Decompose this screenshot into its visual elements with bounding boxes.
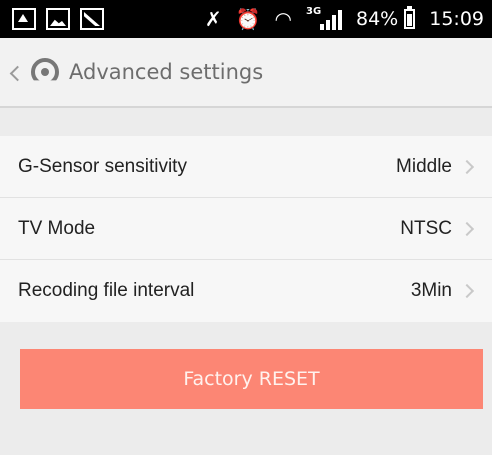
setting-row-g-sensor[interactable]: G-Sensor sensitivity Middle bbox=[0, 136, 492, 198]
battery-percent: 84% bbox=[356, 8, 399, 30]
setting-label: TV Mode bbox=[18, 217, 96, 239]
network-type: 3G bbox=[306, 6, 322, 17]
satellite-icon bbox=[80, 8, 104, 30]
signal-icon: 3G bbox=[306, 6, 342, 30]
action-bar[interactable]: Advanced settings bbox=[0, 38, 492, 108]
notification-icons bbox=[12, 8, 104, 30]
status-bar: ✗ ⏰ ◠ 3G 84% 15:09 bbox=[0, 0, 492, 38]
wifi-icon: ◠ bbox=[274, 7, 292, 31]
system-icons: ✗ ⏰ ◠ 3G 84% 15:09 bbox=[204, 6, 484, 31]
clock: 15:09 bbox=[429, 8, 484, 30]
chevron-right-icon bbox=[459, 283, 475, 299]
setting-label: Recoding file interval bbox=[18, 280, 195, 301]
section-spacer bbox=[0, 108, 492, 136]
page-title: Advanced settings bbox=[69, 60, 264, 84]
app-logo-icon[interactable] bbox=[31, 58, 59, 81]
setting-row-tv-mode[interactable]: TV Mode NTSC bbox=[0, 198, 492, 260]
app-notification-icon bbox=[12, 8, 36, 30]
alarm-icon: ⏰ bbox=[235, 7, 261, 31]
battery-icon bbox=[404, 6, 416, 29]
image-icon bbox=[46, 8, 70, 30]
chevron-right-icon bbox=[459, 221, 475, 236]
setting-value: Middle bbox=[396, 155, 452, 177]
chevron-right-icon bbox=[459, 159, 475, 174]
settings-list: G-Sensor sensitivity Middle TV Mode NTSC… bbox=[0, 136, 492, 322]
app-screen: ✗ ⏰ ◠ 3G 84% 15:09 Advanced settings G-S… bbox=[0, 0, 492, 455]
setting-value: NTSC bbox=[400, 217, 452, 239]
setting-row-file-interval[interactable]: Recoding file interval 3Min bbox=[0, 260, 492, 322]
setting-label: G-Sensor sensitivity bbox=[18, 155, 187, 177]
mute-icon: ✗ bbox=[204, 7, 222, 31]
setting-value: 3Min bbox=[410, 280, 452, 301]
factory-reset-button[interactable]: Factory RESET bbox=[20, 349, 483, 409]
chevron-left-icon[interactable] bbox=[9, 65, 26, 81]
